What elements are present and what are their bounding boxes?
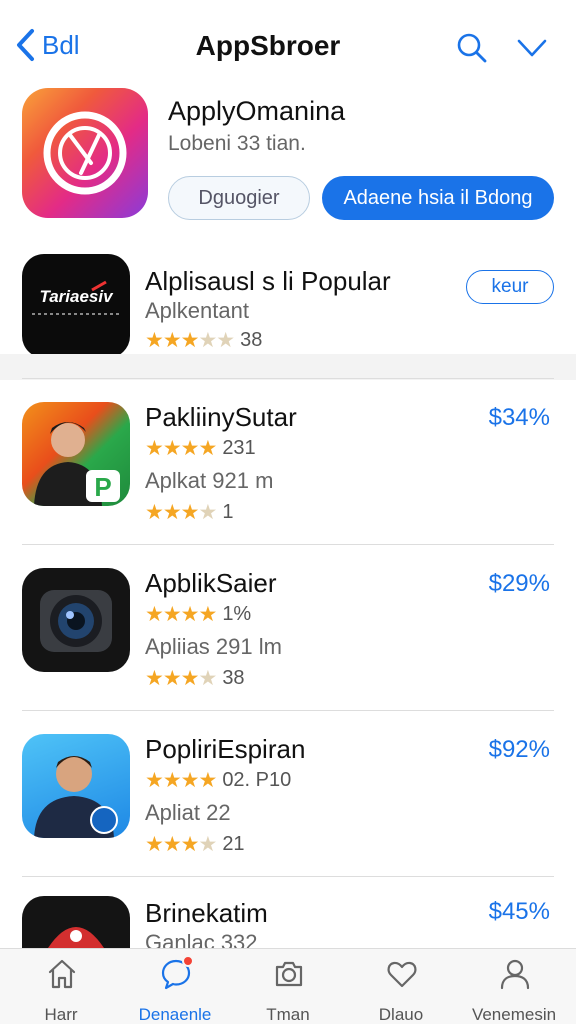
tab-camera[interactable]: Tman	[233, 957, 343, 1024]
price-label[interactable]: $29%	[489, 570, 550, 598]
app-icon: P	[22, 402, 130, 506]
tab-label: Denaenle	[138, 1005, 212, 1024]
app-logo-text: Tariaesiv	[39, 287, 114, 306]
tab-bar: Harr Denaenle Tman Dlauo Venemesin	[0, 948, 576, 1024]
rating-count: 02. P10	[222, 769, 292, 791]
app-icon	[22, 734, 130, 838]
star-rating: ★★★★ 231	[145, 436, 256, 461]
divider	[22, 876, 554, 877]
person-icon	[500, 959, 530, 990]
rating-count: 1%	[222, 603, 252, 625]
get-button[interactable]: keur	[466, 270, 554, 304]
price-label[interactable]: $92%	[489, 736, 550, 764]
app-icon	[22, 568, 130, 672]
star-empty-icon: ★	[198, 501, 217, 524]
expand-button[interactable]	[512, 28, 552, 68]
app-icon: Tariaesiv	[22, 254, 130, 358]
camera-icon	[275, 961, 303, 987]
app-title: Brinekatim	[145, 898, 268, 928]
app-subtitle: Apliat 22	[145, 800, 231, 825]
app-logo-graphic: Tariaesiv	[32, 280, 120, 315]
featured-app-icon[interactable]	[22, 88, 148, 218]
tab-favorites[interactable]: Dlauo	[346, 957, 456, 1024]
aperture-icon	[43, 111, 127, 195]
price-label[interactable]: $45%	[489, 898, 550, 926]
tab-chat[interactable]: Denaenle	[120, 955, 230, 1024]
price-label[interactable]: $34%	[489, 404, 550, 432]
featured-app: ApplyOmanina Lobeni 33 tian. Dguogier Ad…	[0, 88, 576, 238]
app-logo-graphic: P	[34, 422, 120, 506]
app-title: PakliinySutar	[145, 402, 297, 432]
rating-count: 1	[222, 501, 234, 523]
star-empty-icon: ★★	[198, 329, 235, 352]
star-icon: ★★★	[145, 667, 199, 690]
app-logo-graphic	[48, 927, 104, 948]
featured-app-subtitle: Lobeni 33 tian.	[168, 132, 306, 155]
rating-count: 231	[222, 437, 256, 459]
tab-label: Harr	[44, 1005, 78, 1024]
star-icon: ★★★★	[145, 603, 217, 626]
heart-icon	[387, 961, 417, 988]
app-logo-text: P	[94, 472, 111, 502]
app-title: PopliriEspiran	[145, 734, 306, 764]
section-band	[0, 354, 576, 380]
app-subtitle: Aplkat 921 m	[145, 468, 274, 493]
primary-button[interactable]: Adaene hsia il Bdong	[322, 176, 554, 220]
star-rating: ★★★★ 1%	[145, 602, 251, 627]
rating-count: 38	[240, 329, 263, 351]
search-button[interactable]	[452, 28, 492, 68]
app-row[interactable]: P PakliinySutar ★★★★ 231 Aplkat 921 m ★★…	[0, 398, 576, 538]
divider	[22, 544, 554, 545]
search-icon	[457, 33, 487, 63]
star-rating-secondary: ★★★ ★ 1	[145, 500, 233, 525]
star-empty-icon: ★	[198, 667, 217, 690]
camera-lens-icon	[40, 590, 112, 652]
star-rating: ★★★★ 02. P10	[145, 768, 291, 793]
divider	[22, 378, 554, 379]
star-rating-secondary: ★★★ ★ 21	[145, 832, 245, 857]
chevron-down-icon	[517, 39, 547, 57]
tab-label: Venemesin	[471, 1005, 557, 1024]
app-icon	[22, 896, 130, 948]
star-icon: ★★★★	[145, 769, 217, 792]
star-icon: ★★★	[145, 501, 199, 524]
tab-home[interactable]: Harr	[6, 957, 116, 1024]
home-icon	[48, 959, 76, 989]
app-subtitle: Ganlac 332	[145, 930, 258, 948]
rating-count: 21	[222, 833, 245, 855]
rating-count: 38	[222, 667, 245, 689]
app-row[interactable]: Brinekatim Ganlac 332 $45%	[0, 896, 576, 948]
tab-label: Tman	[266, 1005, 310, 1024]
tab-profile[interactable]: Venemesin	[459, 957, 569, 1024]
divider	[22, 710, 554, 711]
app-title: ApblikSaier	[145, 568, 277, 598]
app-row[interactable]: ApblikSaier ★★★★ 1% Apliias 291 lm ★★★ ★ …	[0, 564, 576, 704]
notification-badge	[182, 955, 194, 967]
star-icon: ★★★★	[145, 437, 217, 460]
star-rating-secondary: ★★★ ★ 38	[145, 666, 245, 691]
app-title: Alplisausl s li Popular	[145, 266, 391, 296]
app-subtitle: Aplkentant	[145, 298, 249, 323]
tab-label: Dlauo	[378, 1005, 424, 1024]
star-empty-icon: ★	[198, 833, 217, 856]
app-subtitle: Apliias 291 lm	[145, 634, 282, 659]
star-icon: ★★★	[145, 833, 199, 856]
star-rating: ★★★ ★★ 38	[145, 328, 262, 353]
secondary-button[interactable]: Dguogier	[168, 176, 310, 220]
navigation-bar: Bdl AppSbroer	[0, 0, 576, 88]
app-row[interactable]: PopliriEspiran ★★★★ 02. P10 Apliat 22 ★★…	[0, 730, 576, 870]
app-logo-graphic	[34, 756, 118, 838]
star-icon: ★★★	[145, 329, 199, 352]
featured-app-title: ApplyOmanina	[168, 96, 346, 126]
